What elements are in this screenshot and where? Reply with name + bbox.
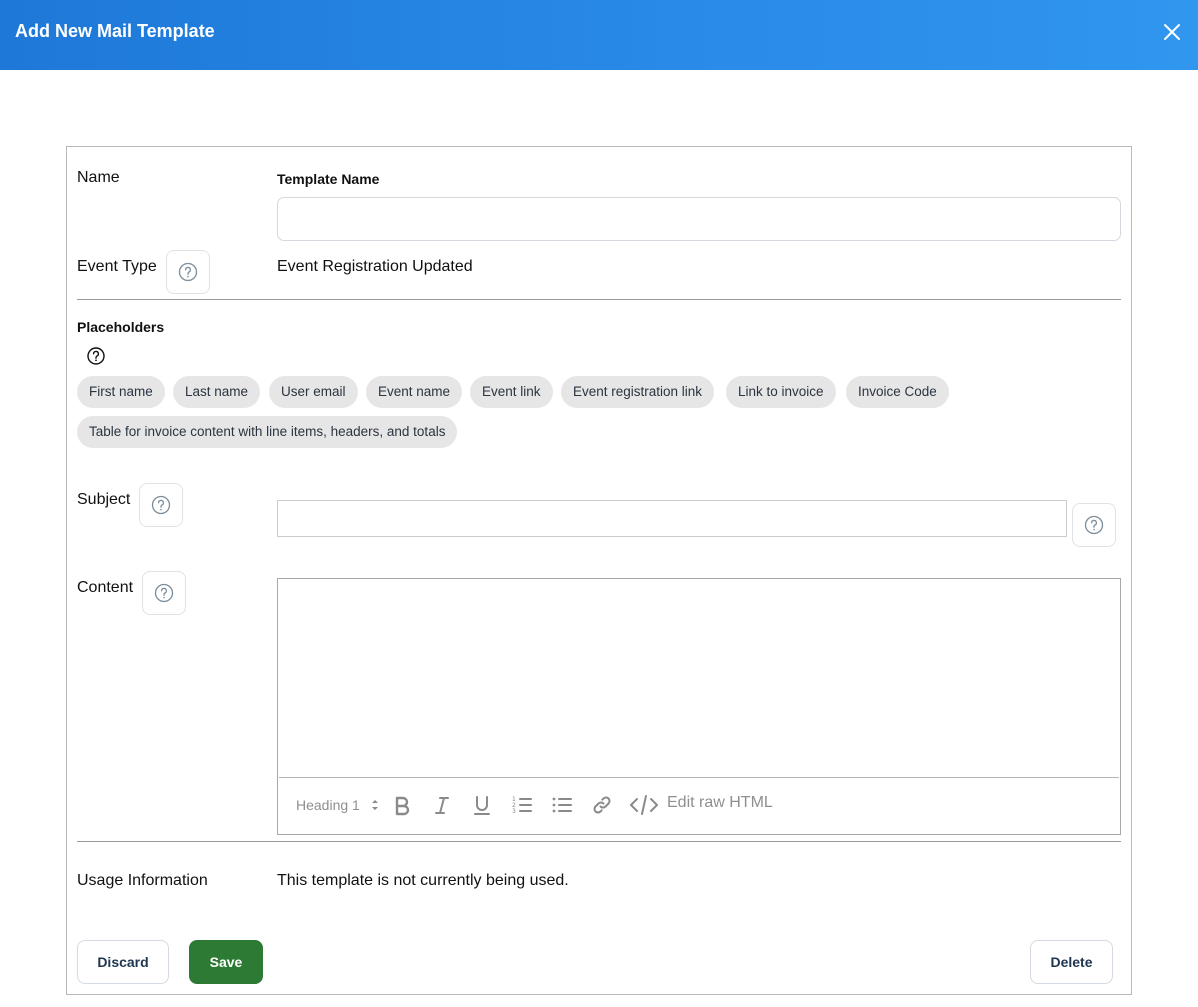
bullet-list-button[interactable] <box>551 793 573 817</box>
code-icon <box>630 795 658 815</box>
subject-help-button[interactable] <box>139 483 183 527</box>
underline-button[interactable] <box>471 793 493 817</box>
placeholder-chip-event-name[interactable]: Event name <box>366 376 463 408</box>
italic-icon <box>435 797 449 814</box>
edit-raw-html-label: Edit raw HTML <box>667 794 773 811</box>
modal-title: Add New Mail Template <box>15 21 215 41</box>
svg-text:3: 3 <box>512 808 516 815</box>
help-icon <box>178 262 198 282</box>
placeholders-help-icon[interactable] <box>86 346 106 366</box>
event-type-help-button[interactable] <box>166 250 210 294</box>
placeholder-chip-invoice-code[interactable]: Invoice Code <box>846 376 949 408</box>
ordered-list-icon: 123 <box>512 796 532 815</box>
content-editor-area[interactable] <box>279 580 1119 778</box>
content-help-button[interactable] <box>142 571 186 615</box>
help-icon <box>1084 515 1104 535</box>
subject-placeholder-help-button[interactable] <box>1072 503 1116 547</box>
placeholder-chip-invoice-table[interactable]: Table for invoice content with line item… <box>77 416 458 448</box>
template-form: Name Template Name Event Type Event Regi… <box>66 146 1132 995</box>
ordered-list-button[interactable]: 123 <box>511 793 533 817</box>
editor-toolbar: Heading 1 123 Edit raw HTML <box>278 779 1120 831</box>
placeholders-label: Placeholders <box>77 319 165 335</box>
sort-arrows-icon <box>371 800 378 810</box>
discard-button[interactable]: Discard <box>77 940 169 984</box>
placeholder-chip-last-name[interactable]: Last name <box>173 376 261 408</box>
bullet-list-icon <box>552 797 572 813</box>
link-icon <box>593 796 611 814</box>
usage-information-label: Usage Information <box>77 872 208 889</box>
placeholder-chip-event-link[interactable]: Event link <box>470 376 553 408</box>
placeholder-chip-link-to-invoice[interactable]: Link to invoice <box>726 376 836 408</box>
placeholder-chip-event-registration-link[interactable]: Event registration link <box>561 376 715 408</box>
bold-button[interactable] <box>391 793 413 817</box>
name-label: Name <box>77 169 120 186</box>
close-icon[interactable] <box>1160 20 1184 44</box>
template-name-input[interactable] <box>277 197 1121 241</box>
delete-button[interactable]: Delete <box>1030 940 1113 984</box>
help-icon <box>154 583 174 603</box>
subject-label: Subject <box>77 491 131 508</box>
template-name-label: Template Name <box>277 171 380 187</box>
heading-select[interactable]: Heading 1 <box>296 793 380 817</box>
subject-input[interactable] <box>277 500 1067 537</box>
placeholder-chip-first-name[interactable]: First name <box>77 376 165 408</box>
edit-raw-html-button[interactable]: Edit raw HTML <box>629 793 773 817</box>
section-divider <box>77 299 1121 300</box>
save-button[interactable]: Save <box>189 940 263 984</box>
bold-icon <box>395 796 410 816</box>
modal-header: Add New Mail Template <box>0 0 1198 70</box>
help-icon <box>151 495 171 515</box>
event-type-value: Event Registration Updated <box>277 258 473 275</box>
link-button[interactable] <box>591 793 613 817</box>
placeholder-chip-user-email[interactable]: User email <box>269 376 358 408</box>
event-type-label: Event Type <box>77 258 157 275</box>
content-label: Content <box>77 579 134 596</box>
content-editor: Heading 1 123 Edit raw HTML <box>277 578 1121 835</box>
underline-icon <box>474 796 490 815</box>
section-divider <box>77 841 1121 842</box>
italic-button[interactable] <box>431 793 453 817</box>
heading-select-value: Heading 1 <box>296 797 360 813</box>
usage-information-value: This template is not currently being use… <box>277 872 569 889</box>
